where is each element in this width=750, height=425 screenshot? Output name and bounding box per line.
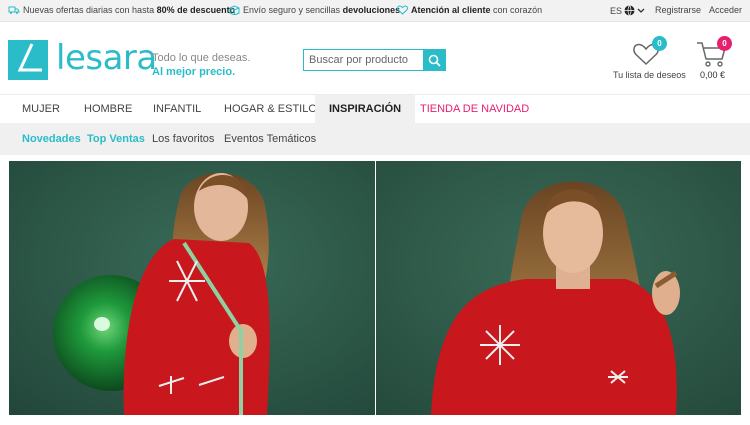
main-navigation: Mujer Hombre Infantil Hogar & Estilo Ins… — [0, 94, 750, 124]
wishlist-label: Tu lista de deseos — [613, 70, 686, 80]
truck-icon — [8, 6, 20, 14]
nav-item-infantil[interactable]: Infantil — [153, 95, 201, 124]
tagline: Todo lo que deseas. Al mejor precio. — [152, 51, 250, 79]
shipping-bold: devoluciones — [342, 5, 401, 15]
service-bold: Atención al cliente — [411, 5, 491, 15]
nav-item-mujer[interactable]: Mujer — [22, 95, 60, 124]
globe-icon — [624, 5, 635, 16]
login-link[interactable]: Acceder — [709, 5, 742, 15]
nav-item-inspiracion[interactable]: Inspiración — [315, 95, 416, 124]
cart-total: 0,00 € — [700, 70, 726, 80]
cart-count-badge: 0 — [717, 36, 732, 51]
heart-icon — [397, 5, 408, 15]
offer-bold: 80% de descuento — [156, 5, 236, 15]
hero-image-right[interactable] — [376, 161, 741, 415]
sub-navigation: Novedades Top Ventas Los favoritos Event… — [0, 123, 750, 155]
logo-text[interactable]: lesara — [56, 38, 157, 78]
hero-image-left[interactable] — [9, 161, 375, 415]
offer-text: Nuevas ofertas diarias con hasta — [23, 5, 155, 15]
chevron-down-icon — [637, 8, 645, 13]
subnav-item-eventos-tematicos[interactable]: Eventos Temáticos — [224, 123, 316, 155]
nav-item-hogar-estilo[interactable]: Hogar & Estilo — [224, 95, 317, 124]
wishlist-count-badge: 0 — [652, 36, 667, 51]
service-text: con corazón — [493, 5, 543, 15]
offer-info: Nuevas ofertas diarias con hasta 80% de … — [8, 5, 235, 15]
logo-mark[interactable] — [8, 40, 48, 80]
logo-icon — [17, 43, 42, 72]
cart-button[interactable]: 0 0,00 € — [694, 36, 744, 84]
language-selector[interactable]: ES — [610, 5, 645, 16]
subnav-item-favoritos[interactable]: Los favoritos — [152, 123, 214, 155]
shipping-text: Envío seguro y sencillas — [243, 5, 341, 15]
nav-item-tienda-navidad[interactable]: Tienda de Navidad — [420, 95, 529, 124]
search-icon — [428, 54, 441, 67]
hero-photo-left — [9, 161, 375, 415]
register-link[interactable]: Registrarse — [655, 5, 701, 15]
top-info-bar: Nuevas ofertas diarias con hasta 80% de … — [0, 0, 750, 22]
service-info: Atención al cliente con corazón — [397, 5, 542, 15]
tagline-line-1: Todo lo que deseas. — [152, 52, 251, 64]
language-label: ES — [610, 5, 623, 16]
search-bar — [303, 49, 446, 71]
subnav-item-top-ventas[interactable]: Top Ventas — [87, 123, 145, 155]
search-button[interactable] — [423, 50, 445, 70]
subnav-item-novedades[interactable]: Novedades — [22, 123, 81, 155]
tagline-line-2: Al mejor precio. — [152, 66, 236, 78]
hero-photo-right — [376, 161, 741, 415]
shipping-info: Envío seguro y sencillas devoluciones — [229, 5, 400, 15]
search-input[interactable] — [304, 50, 423, 70]
wishlist-button[interactable]: 0 Tu lista de deseos — [608, 36, 686, 84]
box-icon — [229, 5, 240, 15]
nav-item-hombre[interactable]: Hombre — [84, 95, 132, 124]
